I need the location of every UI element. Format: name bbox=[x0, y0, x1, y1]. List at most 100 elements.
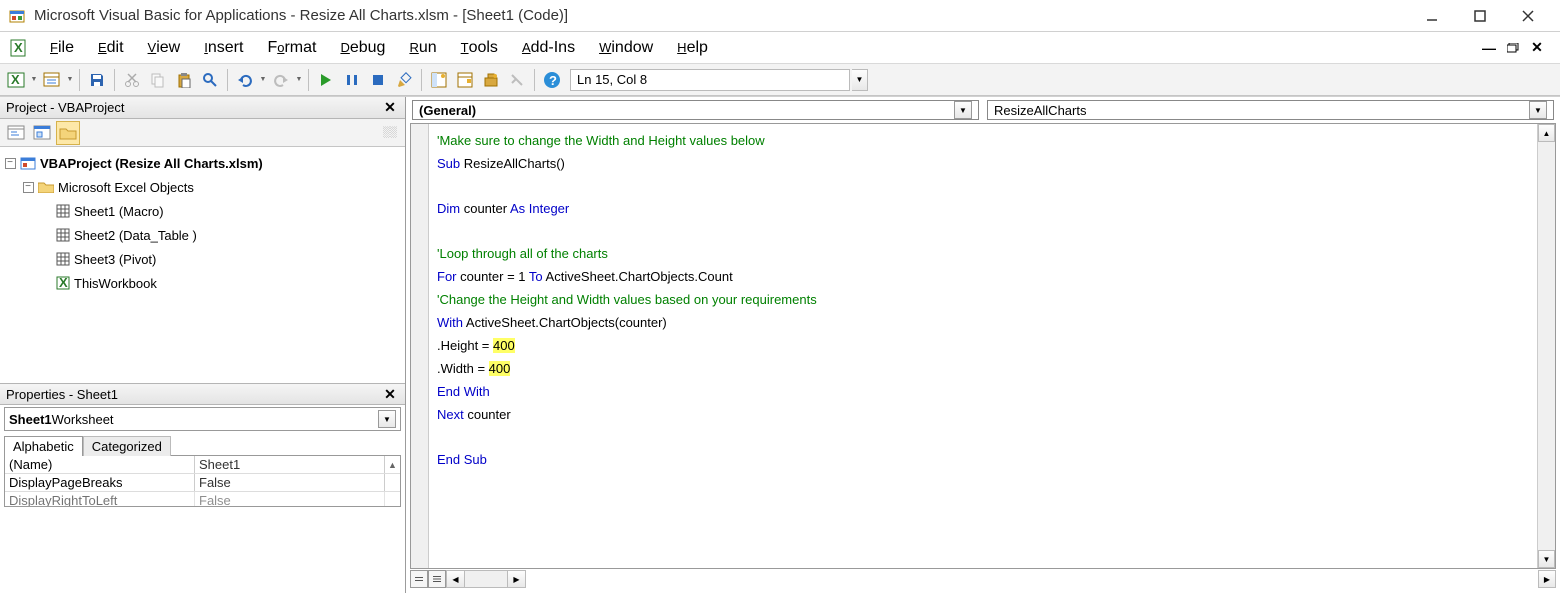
left-panel: Project - VBAProject ✕ ░░ − VBAProject (… bbox=[0, 97, 406, 593]
properties-object-select[interactable]: Sheet1 Worksheet ▼ bbox=[4, 407, 401, 431]
property-value[interactable]: False bbox=[195, 474, 384, 491]
chevron-down-icon[interactable]: ▼ bbox=[954, 101, 972, 119]
paste-icon[interactable] bbox=[172, 68, 196, 92]
vertical-scrollbar[interactable]: ▲ ▼ bbox=[1537, 124, 1555, 568]
view-object-icon[interactable] bbox=[30, 121, 54, 145]
tree-root-label: VBAProject (Resize All Charts.xlsm) bbox=[40, 156, 263, 171]
properties-grid[interactable]: (Name) Sheet1 ▲ DisplayPageBreaks False … bbox=[4, 455, 401, 507]
object-dropdown-value: (General) bbox=[419, 103, 476, 118]
object-dropdown[interactable]: (General) ▼ bbox=[412, 100, 979, 120]
cursor-position-text: Ln 15, Col 8 bbox=[577, 72, 647, 87]
toolbar-dropdown-1[interactable]: ▼ bbox=[30, 68, 38, 92]
procedure-view-icon[interactable] bbox=[410, 570, 428, 588]
properties-pane-title: Properties - Sheet1 bbox=[6, 387, 118, 402]
mdi-close-button[interactable]: ✕ bbox=[1528, 41, 1546, 55]
scroll-right-icon[interactable]: ▶ bbox=[507, 571, 525, 587]
help-icon[interactable]: ? bbox=[540, 68, 564, 92]
chevron-down-icon[interactable]: ▼ bbox=[378, 410, 396, 428]
copy-icon[interactable] bbox=[146, 68, 170, 92]
scroll-left-icon[interactable]: ◀ bbox=[447, 571, 465, 587]
maximize-button[interactable] bbox=[1468, 4, 1492, 28]
window-controls bbox=[1420, 4, 1552, 28]
design-mode-icon[interactable] bbox=[392, 68, 416, 92]
standard-toolbar: X ▼ ▼ ▼ ▼ ? Ln 15, Col 8 ▼ bbox=[0, 64, 1560, 96]
tree-item[interactable]: X ThisWorkbook bbox=[4, 271, 401, 295]
scroll-track[interactable] bbox=[384, 492, 400, 507]
mdi-controls: — ✕ bbox=[1480, 41, 1552, 55]
tree-folder[interactable]: − Microsoft Excel Objects bbox=[4, 175, 401, 199]
scroll-right-end-icon[interactable]: ▶ bbox=[1538, 570, 1556, 588]
scroll-track[interactable] bbox=[1538, 142, 1555, 550]
mdi-restore-button[interactable] bbox=[1504, 41, 1522, 55]
break-icon[interactable] bbox=[340, 68, 364, 92]
project-explorer-icon[interactable] bbox=[427, 68, 451, 92]
object-browser-icon[interactable] bbox=[479, 68, 503, 92]
property-value[interactable]: False bbox=[195, 492, 384, 507]
code-text[interactable]: 'Make sure to change the Width and Heigh… bbox=[429, 124, 1537, 568]
tab-categorized[interactable]: Categorized bbox=[83, 436, 171, 456]
menu-tools[interactable]: Tools bbox=[449, 35, 510, 61]
toolbar-dropdown-2[interactable]: ▼ bbox=[66, 68, 74, 92]
toolbox-icon[interactable] bbox=[505, 68, 529, 92]
menu-debug[interactable]: Debug bbox=[328, 35, 397, 61]
project-pane-title: Project - VBAProject bbox=[6, 100, 125, 115]
sheet-icon bbox=[56, 252, 70, 266]
menu-edit[interactable]: Edit bbox=[86, 35, 136, 61]
scroll-up-icon[interactable]: ▲ bbox=[1538, 124, 1555, 142]
menu-run[interactable]: Run bbox=[397, 35, 448, 61]
menu-insert[interactable]: Insert bbox=[192, 35, 255, 61]
twisty-minus-icon[interactable]: − bbox=[23, 182, 34, 193]
scroll-track[interactable] bbox=[384, 474, 400, 491]
property-row[interactable]: (Name) Sheet1 ▲ bbox=[5, 456, 400, 474]
tree-item[interactable]: Sheet2 (Data_Table ) bbox=[4, 223, 401, 247]
chevron-down-icon[interactable]: ▼ bbox=[1529, 101, 1547, 119]
view-code-icon[interactable] bbox=[4, 121, 28, 145]
twisty-minus-icon[interactable]: − bbox=[5, 158, 16, 169]
find-icon[interactable] bbox=[198, 68, 222, 92]
horizontal-scrollbar[interactable]: ◀ ▶ bbox=[446, 570, 526, 588]
position-dropdown[interactable]: ▼ bbox=[852, 69, 868, 91]
property-row[interactable]: DisplayRightToLeft False bbox=[5, 492, 400, 507]
tab-alphabetic[interactable]: Alphabetic bbox=[4, 436, 83, 456]
save-icon[interactable] bbox=[85, 68, 109, 92]
vbaproject-icon bbox=[20, 156, 36, 170]
tree-item[interactable]: Sheet3 (Pivot) bbox=[4, 247, 401, 271]
tree-item[interactable]: Sheet1 (Macro) bbox=[4, 199, 401, 223]
view-excel-icon[interactable]: X bbox=[4, 68, 28, 92]
undo-icon[interactable] bbox=[233, 68, 257, 92]
menu-addins[interactable]: Add-Ins bbox=[510, 35, 587, 61]
property-value[interactable]: Sheet1 bbox=[195, 456, 384, 473]
procedure-dropdown[interactable]: ResizeAllCharts ▼ bbox=[987, 100, 1554, 120]
properties-window-icon[interactable] bbox=[453, 68, 477, 92]
minimize-button[interactable] bbox=[1420, 4, 1444, 28]
reset-icon[interactable] bbox=[366, 68, 390, 92]
toggle-folders-icon[interactable] bbox=[56, 121, 80, 145]
project-tree[interactable]: − VBAProject (Resize All Charts.xlsm) − … bbox=[0, 147, 405, 383]
menu-help[interactable]: Help bbox=[665, 35, 720, 61]
close-button[interactable] bbox=[1516, 4, 1540, 28]
properties-pane-close[interactable]: ✕ bbox=[381, 385, 399, 403]
menu-format[interactable]: Format bbox=[255, 35, 328, 61]
menu-view[interactable]: View bbox=[136, 35, 193, 61]
insert-module-icon[interactable] bbox=[40, 68, 64, 92]
menu-file[interactable]: File bbox=[38, 35, 86, 61]
mdi-minimize-button[interactable]: — bbox=[1480, 41, 1498, 55]
menu-window[interactable]: Window bbox=[587, 35, 665, 61]
scroll-down-icon[interactable]: ▼ bbox=[1538, 550, 1555, 568]
undo-dropdown[interactable]: ▼ bbox=[259, 68, 267, 92]
scroll-up-icon[interactable]: ▲ bbox=[384, 456, 400, 473]
redo-icon[interactable] bbox=[269, 68, 293, 92]
tree-root[interactable]: − VBAProject (Resize All Charts.xlsm) bbox=[4, 151, 401, 175]
run-icon[interactable] bbox=[314, 68, 338, 92]
project-pane-close[interactable]: ✕ bbox=[381, 99, 399, 117]
full-module-view-icon[interactable] bbox=[428, 570, 446, 588]
scroll-track[interactable] bbox=[465, 571, 507, 587]
properties-tabs: Alphabetic Categorized bbox=[0, 433, 405, 455]
redo-dropdown[interactable]: ▼ bbox=[295, 68, 303, 92]
cut-icon[interactable] bbox=[120, 68, 144, 92]
property-row[interactable]: DisplayPageBreaks False bbox=[5, 474, 400, 492]
excel-doc-icon: X bbox=[8, 38, 28, 58]
vba-app-icon bbox=[8, 7, 26, 25]
tree-item-label: Sheet3 (Pivot) bbox=[74, 252, 156, 267]
code-editor[interactable]: 'Make sure to change the Width and Heigh… bbox=[410, 123, 1556, 569]
